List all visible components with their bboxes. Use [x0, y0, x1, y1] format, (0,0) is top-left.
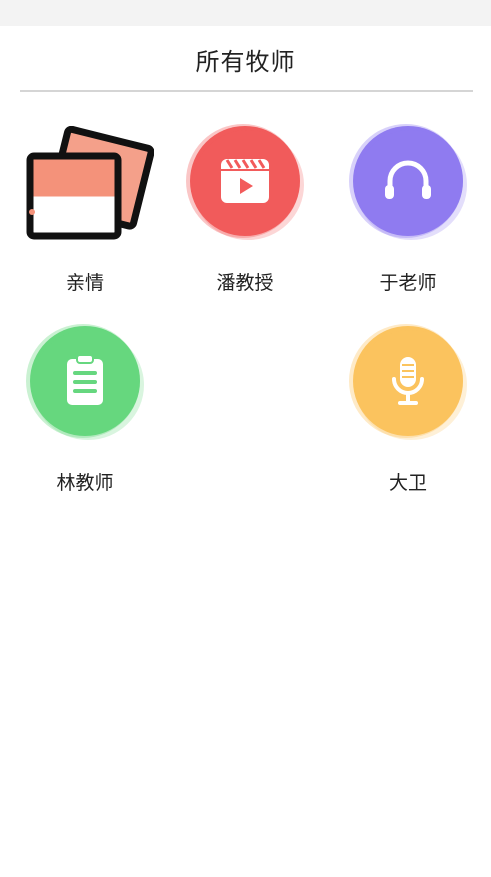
page-title: 所有牧师	[195, 48, 296, 76]
video-clapper-icon	[221, 159, 269, 203]
headphones-icon	[385, 160, 431, 199]
pastor-tile-professor-pan[interactable]: 潘教授	[170, 124, 320, 316]
status-bar	[0, 0, 491, 26]
pastor-tile-teacher-yu[interactable]: 于老师	[333, 124, 483, 316]
header-divider	[20, 90, 473, 92]
clipboard-list-icon	[67, 354, 103, 405]
icon-badge	[26, 324, 144, 440]
tile-label: 林教师	[56, 472, 114, 494]
pastor-tile-family[interactable]: 亲情	[10, 126, 160, 316]
icon-badge	[186, 124, 304, 240]
icon-badge	[349, 124, 467, 240]
photo-stack-icon	[24, 126, 154, 240]
tile-label: 亲情	[65, 272, 104, 294]
microphone-icon	[392, 357, 424, 405]
tile-label: 于老师	[379, 272, 437, 294]
header: 所有牧师	[0, 26, 491, 92]
tile-label: 大卫	[388, 472, 427, 494]
tile-label: 潘教授	[216, 272, 274, 294]
pastor-tile-teacher-lin[interactable]: 林教师	[10, 324, 160, 516]
pastor-tile-david[interactable]: 大卫	[333, 324, 483, 516]
icon-badge	[349, 324, 467, 440]
